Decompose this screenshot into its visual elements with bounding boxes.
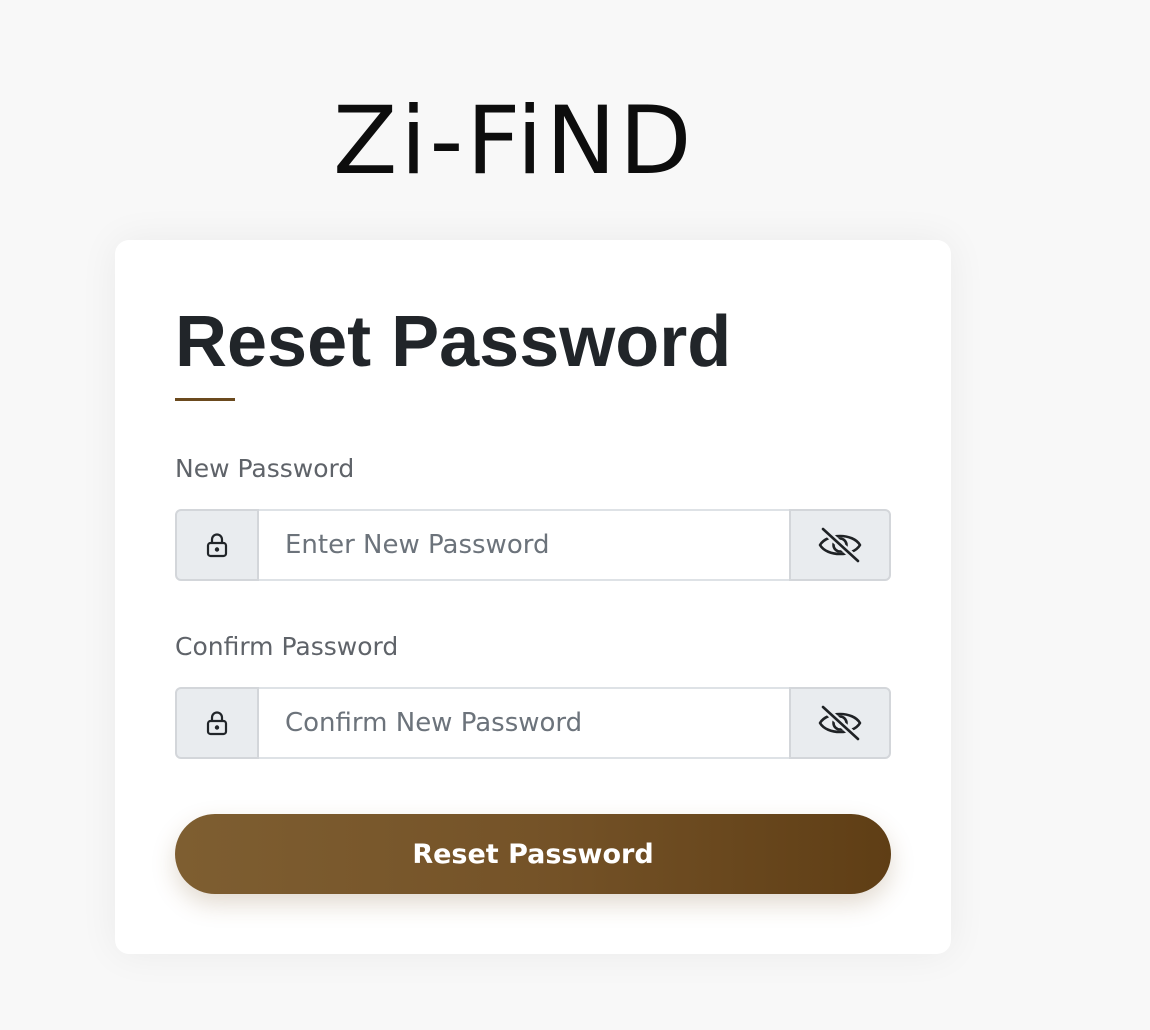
new-password-input[interactable] — [259, 509, 789, 581]
toggle-new-password-visibility-button[interactable] — [789, 509, 891, 581]
reset-password-card: Reset Password New Password Confirm Pass… — [115, 240, 951, 954]
eye-slash-icon — [818, 527, 862, 563]
confirm-password-label: Confirm Password — [175, 632, 399, 661]
confirm-password-group — [175, 687, 891, 759]
confirm-password-input[interactable] — [259, 687, 789, 759]
new-password-group — [175, 509, 891, 581]
title-underline — [175, 398, 235, 401]
lock-icon — [175, 509, 259, 581]
toggle-confirm-password-visibility-button[interactable] — [789, 687, 891, 759]
new-password-label: New Password — [175, 454, 355, 483]
page-title: Reset Password — [175, 302, 732, 382]
brand-logo: Zi-FiND — [333, 87, 695, 196]
eye-slash-icon — [818, 705, 862, 741]
reset-password-button[interactable]: Reset Password — [175, 814, 891, 894]
lock-icon — [175, 687, 259, 759]
